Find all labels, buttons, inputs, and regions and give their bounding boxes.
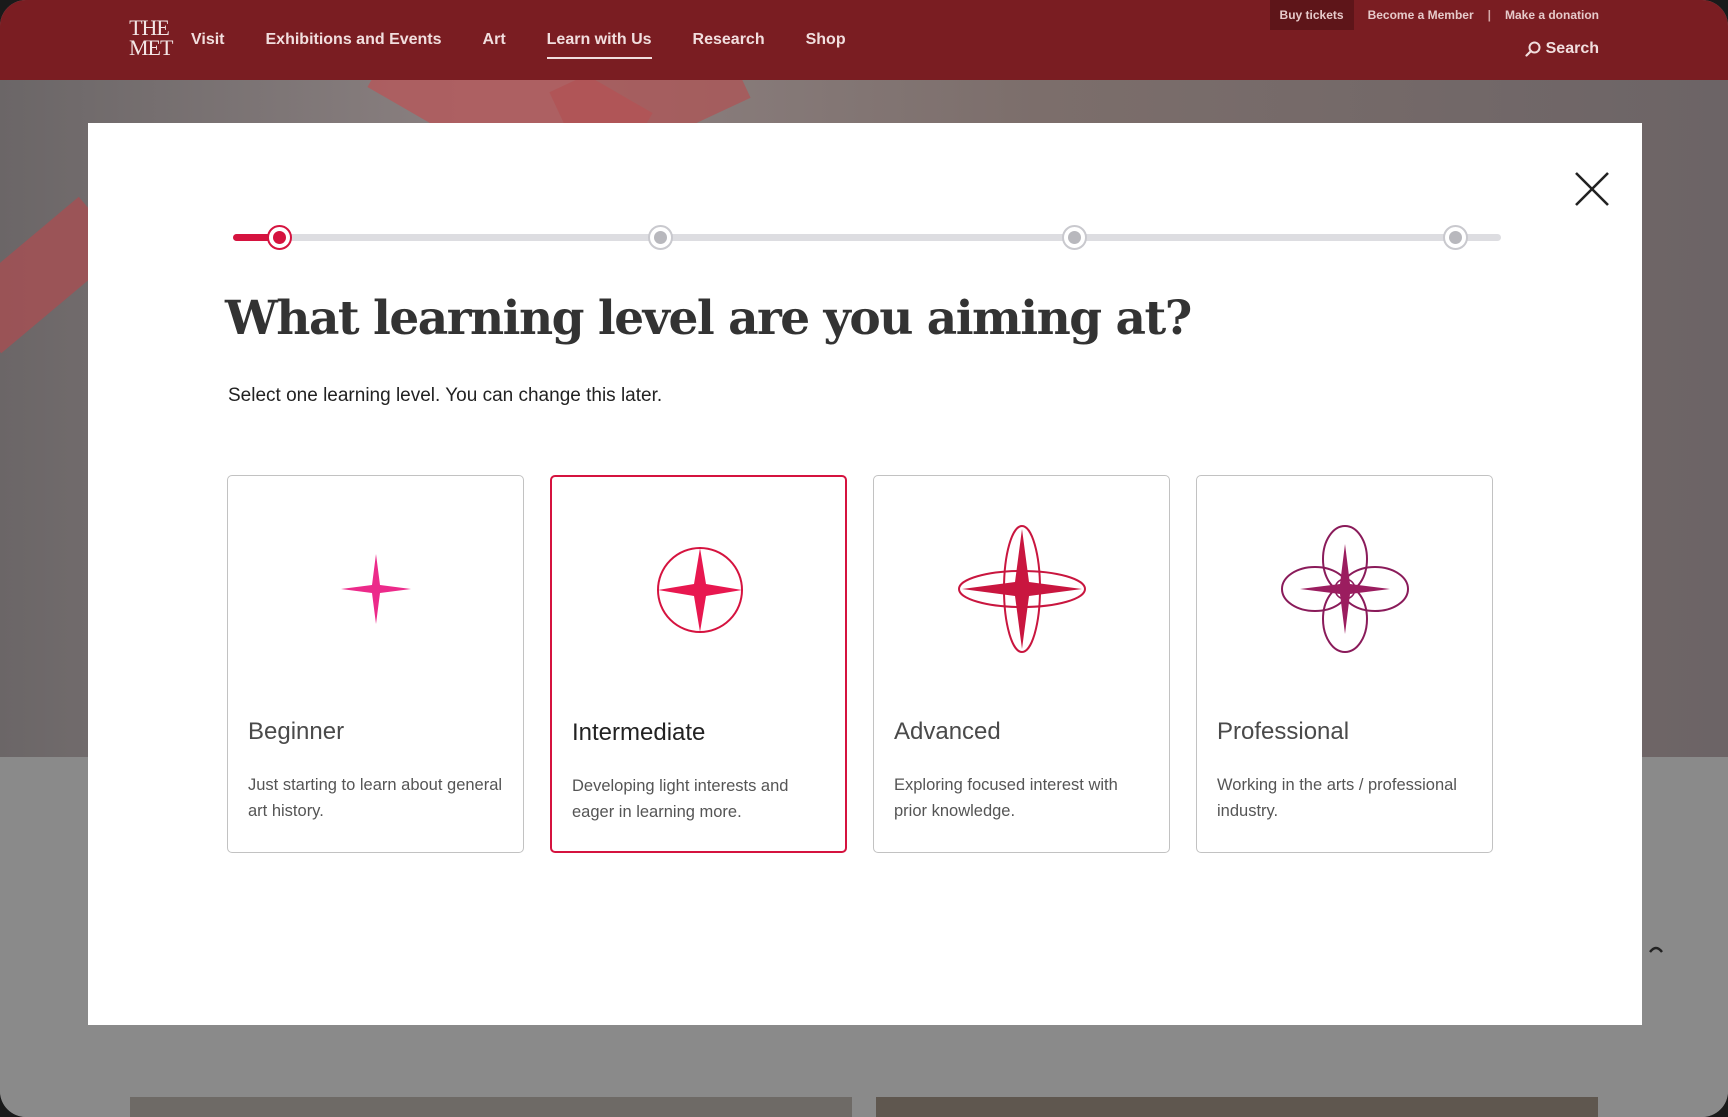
progress-stepper — [233, 223, 1501, 253]
search-label: Search — [1545, 40, 1599, 57]
search-icon — [1525, 41, 1541, 57]
donation-link[interactable]: Make a donation — [1505, 8, 1599, 22]
content-card-image — [130, 1097, 852, 1117]
level-card-professional[interactable]: Professional Working in the arts / profe… — [1196, 475, 1493, 853]
become-member-link[interactable]: Become a Member — [1368, 8, 1474, 22]
nav-art[interactable]: Art — [483, 21, 506, 59]
level-description: Exploring focused interest with prior kn… — [894, 776, 1118, 820]
main-nav: Visit Exhibitions and Events Art Learn w… — [191, 0, 887, 80]
level-options: Beginner Just starting to learn about ge… — [227, 475, 1497, 853]
four-point-star-icon — [341, 554, 411, 624]
level-description: Just starting to learn about general art… — [248, 776, 503, 820]
met-logo[interactable]: THE MET — [129, 17, 173, 60]
progress-step-1 — [267, 225, 292, 250]
scroll-up-icon[interactable] — [1648, 942, 1678, 956]
progress-step-4 — [1443, 225, 1468, 250]
level-card-intermediate[interactable]: Intermediate Developing light interests … — [550, 475, 847, 853]
utility-separator: | — [1487, 8, 1491, 22]
progress-track — [233, 234, 1501, 241]
progress-step-2 — [648, 225, 673, 250]
nav-visit[interactable]: Visit — [191, 21, 225, 59]
level-name: Beginner — [248, 718, 345, 745]
nav-shop[interactable]: Shop — [806, 21, 846, 59]
level-name: Intermediate — [572, 719, 706, 746]
nav-research[interactable]: Research — [693, 21, 765, 59]
level-description: Developing light interests and eager in … — [572, 777, 789, 821]
browser-viewport: THE MET Visit Exhibitions and Events Art… — [0, 0, 1728, 1117]
page-title: What learning level are you aiming at? — [225, 291, 1192, 346]
progress-step-3 — [1062, 225, 1087, 250]
site-header: THE MET Visit Exhibitions and Events Art… — [0, 0, 1728, 80]
learning-level-modal: What learning level are you aiming at? S… — [88, 123, 1642, 1025]
star-with-orbits-icon — [958, 525, 1086, 653]
close-icon[interactable] — [1566, 163, 1618, 215]
flower-star-icon — [1281, 525, 1409, 653]
page-subtitle: Select one learning level. You can chang… — [228, 385, 663, 406]
utility-nav: Buy tickets Become a Member | Make a don… — [1269, 0, 1599, 30]
level-name: Advanced — [894, 718, 1001, 745]
search-button[interactable]: Search — [1525, 40, 1599, 58]
nav-learn-with-us[interactable]: Learn with Us — [546, 21, 652, 59]
nav-exhibitions-and-events[interactable]: Exhibitions and Events — [266, 21, 442, 59]
star-in-circle-icon — [657, 547, 743, 633]
level-card-advanced[interactable]: Advanced Exploring focused interest with… — [873, 475, 1170, 853]
buy-tickets-link[interactable]: Buy tickets — [1269, 0, 1354, 30]
level-description: Working in the arts / professional indus… — [1217, 776, 1457, 820]
level-card-beginner[interactable]: Beginner Just starting to learn about ge… — [227, 475, 524, 853]
level-name: Professional — [1217, 718, 1350, 745]
content-card-image — [876, 1097, 1598, 1117]
